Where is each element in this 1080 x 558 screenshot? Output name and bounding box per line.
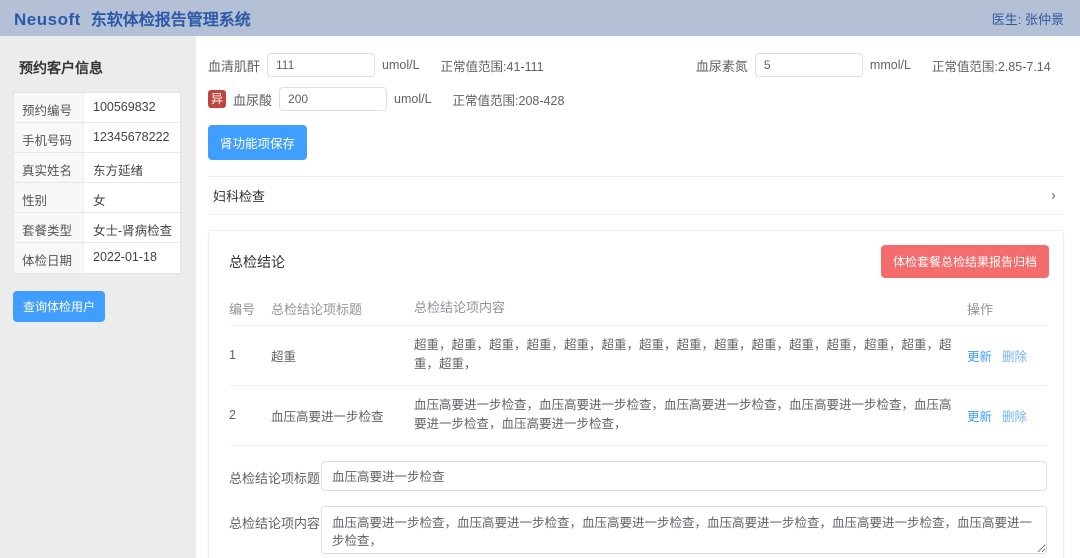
chevron-right-icon: ›	[1051, 187, 1056, 204]
info-row-booking-no: 预约编号 100569832	[14, 93, 180, 123]
booking-no-value: 100569832	[84, 93, 180, 122]
conclusion-title-input[interactable]	[321, 461, 1047, 491]
row-content: 超重，超重，超重，超重，超重，超重，超重，超重，超重，超重，超重，超重，超重，超…	[414, 336, 967, 375]
update-link[interactable]: 更新	[967, 346, 992, 365]
conclusion-title-label: 总检结论项标题	[229, 461, 321, 487]
urea-nitrogen-range: 正常值范围:2.85-7.14	[932, 56, 1051, 75]
header-title: 总检结论项标题	[271, 299, 414, 318]
brand-logo: Neusoft	[14, 10, 81, 30]
info-row-phone: 手机号码 12345678222	[14, 123, 180, 153]
info-row-name: 真实姓名 东方延绪	[14, 153, 180, 183]
creatinine-unit: umol/L	[382, 58, 420, 72]
update-link[interactable]: 更新	[967, 406, 992, 425]
gynecology-collapse-label: 妇科检查	[213, 186, 265, 205]
info-row-package: 套餐类型 女士-肾病检查	[14, 213, 180, 243]
gender-value: 女	[84, 183, 180, 212]
info-row-gender: 性别 女	[14, 183, 180, 213]
main-content: 血清肌酐 umol/L 正常值范围:41-111 血尿素氮 mmol/L 正常值…	[196, 36, 1080, 558]
uric-acid-range: 正常值范围:208-428	[453, 90, 565, 109]
conclusion-panel-title: 总检结论	[229, 252, 285, 272]
uric-acid-label: 血尿酸	[233, 90, 272, 109]
archive-report-button[interactable]: 体检套餐总检结果报告归档	[881, 245, 1049, 278]
conclusion-title-field-row: 总检结论项标题	[229, 461, 1047, 491]
header-id: 编号	[229, 299, 271, 318]
conclusion-table: 编号 总检结论项标题 总检结论项内容 操作 1 超重 超重，超重，超重，超重，超…	[229, 292, 1047, 446]
sidebar-customer-info: 预约客户信息 预约编号 100569832 手机号码 12345678222 真…	[0, 36, 196, 558]
urea-nitrogen-unit: mmol/L	[870, 58, 911, 72]
creatinine-label: 血清肌酐	[208, 56, 260, 75]
uric-acid-input[interactable]	[279, 87, 387, 111]
conclusion-content-label: 总检结论项内容	[229, 506, 321, 532]
conclusion-panel: 总检结论 体检套餐总检结果报告归档 编号 总检结论项标题 总检结论项内容 操作 …	[208, 230, 1064, 558]
booking-no-label: 预约编号	[14, 93, 84, 122]
creatinine-range: 正常值范围:41-111	[441, 56, 544, 75]
header-content: 总检结论项内容	[414, 298, 967, 318]
name-value: 东方延绪	[84, 153, 180, 182]
exam-date-label: 体检日期	[14, 243, 84, 273]
gynecology-collapse-header[interactable]: 妇科检查 ›	[208, 176, 1064, 215]
conclusion-panel-header: 总检结论 体检套餐总检结果报告归档	[209, 231, 1063, 290]
name-label: 真实姓名	[14, 153, 84, 182]
package-label: 套餐类型	[14, 213, 84, 242]
renal-save-button[interactable]: 肾功能项保存	[208, 125, 307, 160]
row-content: 血压高要进一步检查，血压高要进一步检查，血压高要进一步检查，血压高要进一步检查，…	[414, 396, 967, 435]
brand-wrap: Neusoft 东软体检报告管理系统	[14, 6, 251, 30]
row-id: 1	[229, 348, 271, 362]
abnormal-badge-icon: 异	[208, 90, 226, 108]
conclusion-table-header: 编号 总检结论项标题 总检结论项内容 操作	[229, 292, 1047, 326]
renal-function-form: 血清肌酐 umol/L 正常值范围:41-111 血尿素氮 mmol/L 正常值…	[208, 52, 1064, 112]
package-value: 女士-肾病检查	[84, 213, 180, 242]
customer-info-table: 预约编号 100569832 手机号码 12345678222 真实姓名 东方延…	[13, 92, 181, 274]
creatinine-input[interactable]	[267, 53, 375, 77]
delete-link[interactable]: 删除	[1002, 346, 1027, 365]
query-exam-user-button[interactable]: 查询体检用户	[13, 291, 105, 322]
gender-label: 性别	[14, 183, 84, 212]
row-actions: 更新 删除	[967, 346, 1047, 365]
info-row-exam-date: 体检日期 2022-01-18	[14, 243, 180, 273]
phone-value: 12345678222	[84, 123, 180, 152]
table-row: 1 超重 超重，超重，超重，超重，超重，超重，超重，超重，超重，超重，超重，超重…	[229, 326, 1047, 386]
row-id: 2	[229, 408, 271, 422]
doctor-label: 医生: 张仲景	[992, 9, 1064, 28]
app-title: 东软体检报告管理系统	[91, 6, 251, 30]
delete-link[interactable]: 删除	[1002, 406, 1027, 425]
row-title: 血压高要进一步检查	[271, 406, 414, 425]
sidebar-title: 预约客户信息	[19, 58, 182, 78]
uric-acid-unit: umol/L	[394, 92, 432, 106]
table-row: 2 血压高要进一步检查 血压高要进一步检查，血压高要进一步检查，血压高要进一步检…	[229, 386, 1047, 446]
urea-nitrogen-input[interactable]	[755, 53, 863, 77]
urea-nitrogen-label: 血尿素氮	[696, 56, 748, 75]
row-actions: 更新 删除	[967, 406, 1047, 425]
urea-nitrogen-row: 血尿素氮 mmol/L 正常值范围:2.85-7.14	[696, 52, 1064, 78]
header-actions: 操作	[967, 299, 1047, 318]
exam-date-value: 2022-01-18	[84, 243, 180, 273]
creatinine-row: 血清肌酐 umol/L 正常值范围:41-111	[208, 52, 696, 78]
conclusion-content-textarea[interactable]: 血压高要进一步检查，血压高要进一步检查，血压高要进一步检查，血压高要进一步检查，…	[321, 506, 1047, 554]
row-title: 超重	[271, 346, 414, 365]
conclusion-content-field-row: 总检结论项内容 血压高要进一步检查，血压高要进一步检查，血压高要进一步检查，血压…	[229, 506, 1047, 554]
uric-acid-row: 异 血尿酸 umol/L 正常值范围:208-428	[208, 86, 696, 112]
app-header: Neusoft 东软体检报告管理系统 医生: 张仲景	[0, 0, 1080, 36]
phone-label: 手机号码	[14, 123, 84, 152]
